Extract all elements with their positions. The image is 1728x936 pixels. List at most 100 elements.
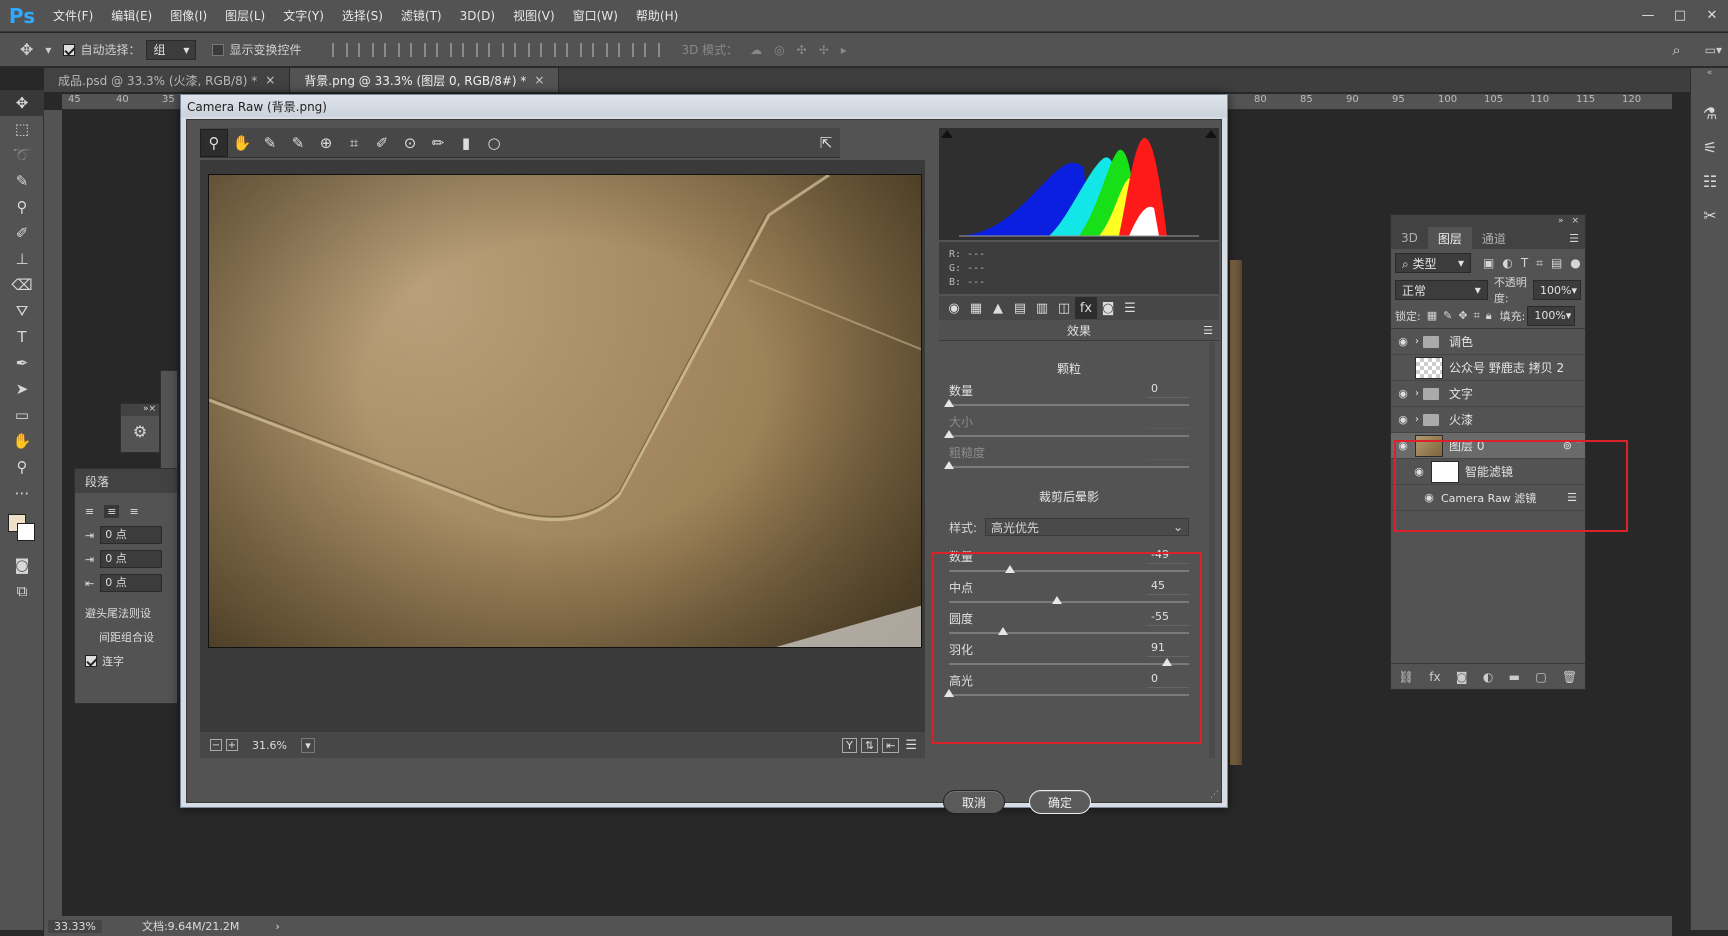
space-before-field[interactable]: ⇤ 0 点 — [75, 571, 177, 595]
show-transform-checkbox[interactable]: 显示变换控件 — [212, 41, 301, 58]
maximize-button[interactable]: □ — [1664, 8, 1696, 23]
panel-scrollbar[interactable] — [1209, 342, 1215, 758]
eyedropper-tool-icon[interactable]: ⚲ — [0, 194, 44, 220]
align-right-icon[interactable]: ≡ — [129, 505, 138, 518]
stamp-tool-icon[interactable]: ⊥ — [0, 246, 44, 272]
layer-row-huoqi[interactable]: ◉ › 火漆 — [1391, 407, 1585, 433]
bucket-tool-icon[interactable]: ⛛ — [0, 298, 44, 324]
preview-settings-icon[interactable]: ☰ — [905, 738, 917, 753]
distribute-right-icon[interactable] — [618, 42, 635, 57]
auto-align-icon[interactable] — [644, 42, 661, 57]
radial-filter-icon[interactable]: ○ — [480, 129, 508, 157]
close-icon[interactable]: × — [265, 73, 275, 87]
ligature-checkbox[interactable]: 连字 — [75, 649, 177, 673]
slide-3d-icon[interactable]: ✢ — [819, 43, 829, 57]
lasso-tool-icon[interactable]: ➰ — [0, 142, 44, 168]
text-tool-icon[interactable]: T — [0, 324, 44, 350]
menu-help[interactable]: 帮助(H) — [627, 7, 687, 24]
adjustments-icon[interactable]: ⚟ — [1691, 130, 1728, 164]
minimize-button[interactable]: — — [1632, 8, 1664, 23]
align-vcenter-icon[interactable] — [358, 42, 375, 57]
marquee-tool-icon[interactable]: ⬚ — [0, 116, 44, 142]
tools-icon[interactable]: ✂ — [1691, 198, 1728, 232]
collapse-icon[interactable]: » — [1558, 216, 1564, 226]
menu-filter[interactable]: 滤镜(T) — [392, 7, 451, 24]
zoom-readout[interactable]: 33.33% — [48, 919, 102, 933]
copy-settings-icon[interactable]: ⇤ — [882, 737, 900, 753]
fill-field[interactable]: 100% ▾ — [1527, 305, 1576, 326]
link-icon[interactable]: ⛓ — [1399, 670, 1414, 684]
expand-icon[interactable]: « — [1691, 68, 1728, 80]
white-balance-icon[interactable]: ✎ — [256, 129, 284, 157]
menu-select[interactable]: 选择(S) — [333, 7, 392, 24]
tab-camera-calibration-icon[interactable]: ◙ — [1097, 297, 1119, 319]
zoom-out-button[interactable]: − — [210, 739, 222, 751]
tab-detail-icon[interactable]: ▲ — [987, 297, 1009, 319]
menu-layer[interactable]: 图层(L) — [216, 7, 274, 24]
history-icon[interactable]: ⚗ — [1691, 96, 1728, 130]
close-icon[interactable]: × — [1571, 216, 1579, 226]
menu-edit[interactable]: 编辑(E) — [102, 7, 161, 24]
filter-pixel-icon[interactable]: ▣ — [1483, 256, 1494, 270]
properties-icon[interactable]: ⚙ — [121, 422, 159, 441]
more-tools-icon[interactable]: ⋯ — [0, 480, 44, 506]
tab-basic-icon[interactable]: ◉ — [943, 297, 965, 319]
workspace-icon[interactable]: ▭▾ — [1705, 43, 1722, 57]
tab-lens-icon[interactable]: ◫ — [1053, 297, 1075, 319]
graduated-filter-icon[interactable]: ▮ — [452, 129, 480, 157]
resize-grip-icon[interactable]: ⋰ — [1210, 790, 1219, 800]
zoom-tool-icon[interactable]: ⚲ — [200, 128, 228, 157]
zoom-dropdown[interactable]: ▾ — [300, 737, 315, 753]
scale-3d-icon[interactable]: ▸ — [841, 43, 847, 57]
lock-transparency-icon[interactable]: ▦ — [1427, 309, 1437, 322]
slider-thumb[interactable] — [944, 399, 954, 407]
align-right-icon[interactable] — [462, 42, 479, 57]
panel-menu-icon[interactable]: ☰ — [1563, 232, 1585, 249]
vignette-style-dropdown[interactable]: 高光优先 ⌄ — [985, 518, 1189, 536]
trash-icon[interactable]: 🗑︎ — [1562, 670, 1577, 684]
layer-row-wenzi[interactable]: ◉ › 文字 — [1391, 381, 1585, 407]
filter-type-dropdown[interactable]: ⌕ 类型 ▾ — [1395, 253, 1471, 273]
orbit-3d-icon[interactable]: ☁ — [750, 43, 762, 57]
spot-removal-icon[interactable]: ✐ — [368, 129, 396, 157]
align-hcenter-icon[interactable] — [436, 42, 453, 57]
visibility-eye-icon[interactable]: ◉ — [1391, 335, 1415, 348]
tab-beijing[interactable]: 背景.png @ 33.3% (图层 0, RGB/8#) * × — [290, 68, 560, 92]
screen-mode-icon[interactable]: ⧉ — [0, 578, 44, 604]
chevron-right-icon[interactable]: › — [1415, 336, 1419, 347]
color-swatches[interactable] — [0, 506, 44, 552]
chevron-down-icon[interactable]: ▾ — [45, 43, 51, 57]
status-menu-arrow[interactable]: › — [275, 920, 279, 933]
quick-select-tool-icon[interactable]: ✎ — [0, 168, 44, 194]
tab-3d[interactable]: 3D — [1391, 227, 1428, 249]
menu-type[interactable]: 文字(Y) — [274, 7, 333, 24]
tab-hsl-icon[interactable]: ▤ — [1009, 297, 1031, 319]
hand-tool-icon[interactable]: ✋ — [228, 129, 256, 157]
pan-3d-icon[interactable]: ✣ — [797, 43, 807, 57]
visibility-off-icon[interactable]: ▫ — [1391, 361, 1415, 374]
auto-select-checkbox[interactable]: 自动选择： — [63, 41, 140, 58]
distribute-top-icon[interactable] — [488, 42, 505, 57]
tab-channels[interactable]: 通道 — [1472, 227, 1516, 249]
indent-left-field[interactable]: ⇥ 0 点 — [75, 523, 177, 547]
swap-icon[interactable]: ⇅ — [860, 737, 879, 753]
tab-tone-curve-icon[interactable]: ▦ — [965, 297, 987, 319]
filter-type-icon[interactable]: T — [1521, 256, 1528, 270]
close-button[interactable]: ✕ — [1696, 8, 1728, 23]
move-tool-icon[interactable]: ✥ — [20, 40, 33, 59]
adjustment-brush-icon[interactable]: ✏ — [424, 129, 452, 157]
before-after-icon[interactable]: Y — [842, 737, 857, 753]
filter-shape-icon[interactable]: ⌗ — [1536, 256, 1543, 271]
fx-icon[interactable]: fx — [1429, 670, 1440, 684]
straighten-icon[interactable]: ⌗ — [340, 129, 368, 157]
quick-mask-icon[interactable]: ◙ — [0, 552, 44, 578]
filter-smart-icon[interactable]: ▤ — [1551, 256, 1562, 270]
distribute-bottom-icon[interactable] — [540, 42, 557, 57]
tab-split-toning-icon[interactable]: ▥ — [1031, 297, 1053, 319]
distribute-left-icon[interactable] — [566, 42, 583, 57]
pen-tool-icon[interactable]: ✒ — [0, 350, 44, 376]
lock-artboard-icon[interactable]: ⌗ — [1474, 309, 1480, 323]
cancel-button[interactable]: 取消 — [943, 790, 1005, 814]
visibility-eye-icon[interactable]: ◉ — [1391, 387, 1415, 400]
targeted-adjust-icon[interactable]: ⊕ — [312, 129, 340, 157]
